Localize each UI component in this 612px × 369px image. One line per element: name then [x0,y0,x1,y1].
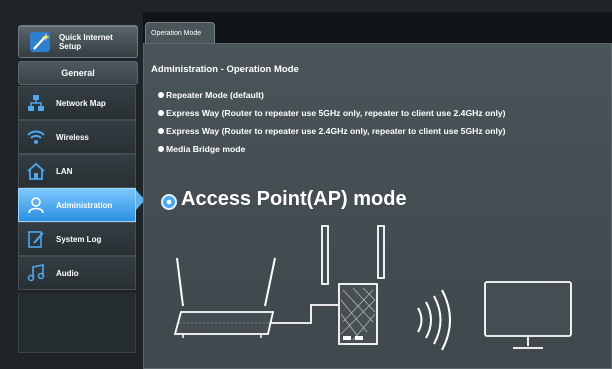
page-title: Administration - Operation Mode [151,64,299,75]
quick-internet-setup-button[interactable]: Quick Internet Setup [18,25,138,58]
sidebar-item-label: System Log [56,234,102,244]
sidebar-item-label: Administration [56,200,113,210]
radio-bullet [158,91,164,98]
access-point-device-icon [321,225,385,345]
option-label: Media Bridge mode [166,144,246,154]
sidebar-item-label: Network Map [56,98,106,108]
ap-mode-radio-selected[interactable] [161,194,177,210]
router-icon [173,257,276,338]
sidebar-item-network-map[interactable]: Network Map [18,86,136,120]
ap-mode-label: Access Point(AP) mode [181,188,407,210]
option-express-way-24ghz[interactable]: Express Way (Router to repeater use 2.4G… [158,126,506,136]
music-note-icon [27,264,45,282]
option-repeater-mode[interactable]: Repeater Mode (default) [158,90,264,100]
home-icon [27,162,45,180]
wifi-waves-icon [417,289,451,351]
system-log-icon [28,231,44,248]
sidebar-item-label: Audio [56,268,79,278]
tab-operation-mode[interactable]: Operation Mode [145,22,215,43]
option-label: Repeater Mode (default) [166,90,264,100]
quick-setup-label: Quick Internet Setup [58,32,113,51]
option-label: Express Way (Router to repeater use 2.4G… [166,126,506,136]
radio-bullet [158,109,164,116]
sidebar-item-system-log[interactable]: System Log [18,222,136,256]
sidebar-filler [18,293,136,353]
option-express-way-5ghz[interactable]: Express Way (Router to repeater use 5GHz… [158,108,506,118]
option-media-bridge[interactable]: Media Bridge mode [158,144,245,154]
administration-icon [28,197,44,214]
sidebar-item-wireless[interactable]: Wireless [18,120,136,154]
radio-bullet [158,127,164,134]
magic-wand-icon [29,31,50,52]
monitor-icon [484,281,572,349]
option-label: Express Way (Router to repeater use 5GHz… [166,108,506,118]
network-map-icon [28,95,44,111]
sidebar-item-label: Wireless [56,132,89,142]
radio-bullet [158,145,164,152]
sidebar-item-lan[interactable]: LAN [18,154,136,188]
general-section-header: General [18,61,138,85]
sidebar-item-audio[interactable]: Audio [18,256,136,290]
ethernet-cable [271,304,339,324]
ap-mode-diagram [173,225,572,351]
sidebar-item-label: LAN [56,166,73,176]
wireless-icon [27,130,45,144]
sidebar-item-administration[interactable]: Administration [18,188,136,222]
